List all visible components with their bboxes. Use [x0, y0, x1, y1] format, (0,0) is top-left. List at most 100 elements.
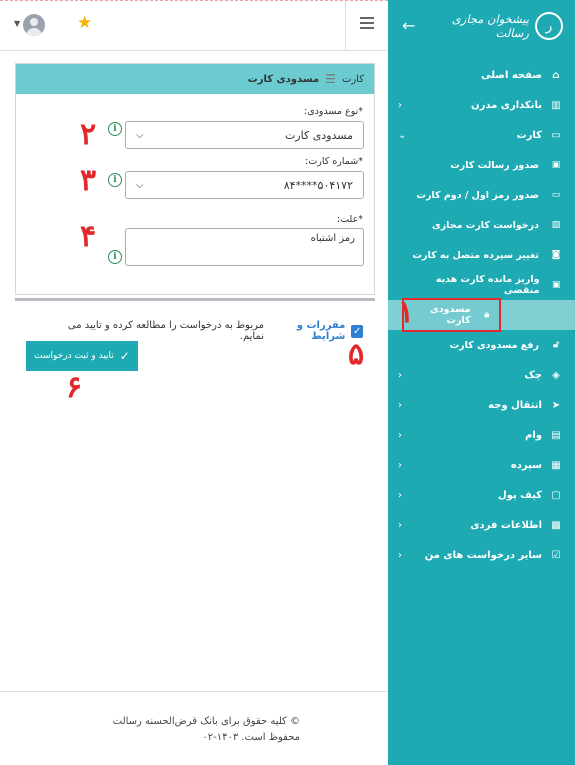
- home-icon: ⌂: [552, 69, 560, 81]
- sidebar-subitem-issue-pin[interactable]: ▭ صدور رمز اول / دوم کارت: [388, 180, 575, 210]
- sidebar-item-label: رفع مسدودی کارت: [449, 339, 539, 351]
- sidebar-item-label: سپرده: [510, 459, 542, 471]
- sidebar-item-label: تغییر سپرده متصل به کارت: [412, 249, 539, 261]
- annotation-2: ۲: [80, 117, 97, 152]
- chevron-left-icon: ‹: [398, 489, 402, 501]
- divider: [15, 298, 375, 301]
- sidebar: ر پیشخوان مجازی رسالت ← ⌂ صفحه اصلی ▥ با…: [388, 0, 575, 765]
- sidebar-header: ر پیشخوان مجازی رسالت ←: [388, 0, 575, 51]
- sidebar-item-card[interactable]: ▭ کارت ⌄: [388, 120, 575, 150]
- chevron-down-icon: ⌵: [136, 129, 144, 141]
- sidebar-item-label: سایر درخواست های من: [424, 549, 542, 561]
- sidebar-item-cheque[interactable]: ◈ چک ‹: [388, 360, 575, 390]
- submit-label: تایید و ثبت درخواست: [34, 351, 114, 361]
- lock-icon: 🔒︎: [484, 310, 490, 320]
- hamburger-menu-icon[interactable]: [360, 17, 374, 29]
- wallet-icon: ▢: [551, 489, 561, 501]
- sidebar-item-label: بانکداری مدرن: [471, 99, 542, 111]
- block-card-panel: کارت ☰ مسدودی کارت *نوع مسدودی: مسدودی ک…: [15, 63, 375, 295]
- footer: © کلیه حقوق برای بانک قرض‌الحسنه رسالت م…: [70, 714, 300, 746]
- annotation-5: ۵: [348, 337, 365, 372]
- sidebar-subitem-change-deposit[interactable]: ◙ تغییر سپرده متصل به کارت: [388, 240, 575, 270]
- image-icon: ▨: [551, 220, 561, 230]
- chevron-down-icon: ⌄: [398, 129, 407, 141]
- chevron-left-icon: ‹: [398, 429, 402, 441]
- chevron-down-icon[interactable]: ▼: [14, 19, 20, 28]
- reason-label: *علت:: [336, 214, 363, 225]
- reason-textarea[interactable]: رمز اشتباه: [125, 228, 364, 266]
- sidebar-item-home[interactable]: ⌂ صفحه اصلی: [388, 60, 575, 90]
- sidebar-item-label: چک: [524, 369, 542, 381]
- chevron-left-icon: ‹: [398, 399, 402, 411]
- sidebar-item-label: صدور رمز اول / دوم کارت: [416, 189, 539, 201]
- briefcase-icon: ▣: [551, 280, 561, 290]
- sidebar-item-wallet[interactable]: ▢ کیف پول ‹: [388, 480, 575, 510]
- info-icon[interactable]: i: [108, 122, 122, 136]
- sidebar-subitem-gift-card-balance[interactable]: ▣ واریز مانده کارت هدیه منقضی: [388, 270, 575, 300]
- terms-link[interactable]: مقررات و شرایط: [268, 320, 346, 342]
- sidebar-item-label: صفحه اصلی: [481, 69, 542, 81]
- arrow-left-icon[interactable]: ←: [402, 16, 415, 35]
- chevron-left-icon: ‹: [398, 549, 402, 561]
- send-icon: ➤: [551, 399, 561, 411]
- user-card-icon: ◙: [551, 250, 561, 260]
- list-icon: ☰: [325, 72, 336, 86]
- annotation-3: ۳: [80, 163, 97, 198]
- chevron-left-icon: ‹: [398, 459, 402, 471]
- sidebar-title: پیشخوان مجازی رسالت: [451, 11, 529, 40]
- sidebar-item-modern-banking[interactable]: ▥ بانکداری مدرن ‹: [388, 90, 575, 120]
- sidebar-item-deposit[interactable]: ▦ سپرده ‹: [388, 450, 575, 480]
- sidebar-menu: ⌂ صفحه اصلی ▥ بانکداری مدرن ‹ ▭ کارت ⌄ ▣…: [388, 51, 575, 570]
- top-bar: ▼ ★: [0, 0, 388, 51]
- breadcrumb-current: مسدودی کارت: [247, 73, 320, 85]
- info-icon[interactable]: i: [108, 250, 122, 264]
- footer-line-1: © کلیه حقوق برای بانک قرض‌الحسنه رسالت: [112, 716, 300, 727]
- chevron-down-icon: ⌵: [136, 179, 144, 191]
- chevron-left-icon: ‹: [398, 519, 402, 531]
- sidebar-subitem-unblock-card[interactable]: 🔓︎ رفع مسدودی کارت: [388, 330, 575, 360]
- sidebar-subitem-block-card[interactable]: ۱ 🔒︎ مسدودی کارت: [388, 298, 575, 332]
- terms-row: ✓ مقررات و شرایط مربوط به درخواست را مطا…: [63, 320, 363, 342]
- unlock-icon: 🔓︎: [553, 340, 559, 350]
- sidebar-item-label: درخواست کارت مجازی: [432, 219, 539, 231]
- cheque-icon: ◈: [552, 369, 560, 381]
- sidebar-item-label: وام: [525, 429, 542, 441]
- logo-icon: ر: [535, 11, 563, 40]
- submit-button[interactable]: ✓ تایید و ثبت درخواست: [26, 341, 138, 371]
- annotation-6: ۶: [66, 370, 83, 405]
- sidebar-item-label: صدور رسالت کارت: [450, 159, 539, 171]
- sidebar-item-personal-info[interactable]: ▩ اطلاعات فردی ‹: [388, 510, 575, 540]
- sidebar-item-transfer[interactable]: ➤ انتقال وجه ‹: [388, 390, 575, 420]
- id-card-icon: ▩: [551, 519, 561, 531]
- sidebar-item-loan[interactable]: ▤ وام ‹: [388, 420, 575, 450]
- block-type-select[interactable]: مسدودی کارت ⌵: [125, 121, 364, 149]
- breadcrumb-root[interactable]: کارت: [342, 74, 364, 85]
- sidebar-subitem-virtual-card[interactable]: ▨ درخواست کارت مجازی: [388, 210, 575, 240]
- terms-checkbox[interactable]: ✓: [351, 324, 363, 338]
- card-icon: ▭: [551, 190, 561, 200]
- sidebar-item-label: اطلاعات فردی: [470, 519, 542, 531]
- sidebar-item-other-requests[interactable]: ☑ سایر درخواست های من ‹: [388, 540, 575, 570]
- divider: [345, 1, 346, 51]
- footer-divider: [0, 691, 388, 692]
- annotation-4: ۴: [80, 219, 97, 254]
- card-number-value: ۵۰۴۱۷۲****۸۴: [283, 178, 353, 192]
- info-icon[interactable]: i: [108, 173, 122, 187]
- terms-text: مربوط به درخواست را مطالعه کرده و تایید …: [67, 320, 264, 342]
- active-highlight: 🔒︎ مسدودی کارت: [402, 298, 501, 332]
- loan-icon: ▤: [551, 429, 561, 441]
- card-icon: ▭: [551, 129, 561, 141]
- chevron-left-icon: ‹: [398, 369, 402, 381]
- card-number-select[interactable]: ۵۰۴۱۷۲****۸۴ ⌵: [125, 171, 364, 199]
- deposit-icon: ▦: [551, 459, 561, 471]
- bank-icon: ▥: [551, 99, 561, 111]
- star-icon[interactable]: ★: [77, 13, 92, 33]
- block-type-label: *نوع مسدودی:: [304, 106, 363, 117]
- sidebar-subitem-issue-card[interactable]: ▣ صدور رسالت کارت: [388, 150, 575, 180]
- check-icon: ✓: [119, 349, 130, 363]
- block-type-value: مسدودی کارت: [284, 128, 353, 142]
- sidebar-item-label: کیف پول: [498, 489, 542, 501]
- breadcrumb: کارت ☰ مسدودی کارت: [16, 64, 374, 94]
- avatar[interactable]: [23, 14, 45, 36]
- sidebar-item-label: مسدودی کارت: [430, 304, 471, 326]
